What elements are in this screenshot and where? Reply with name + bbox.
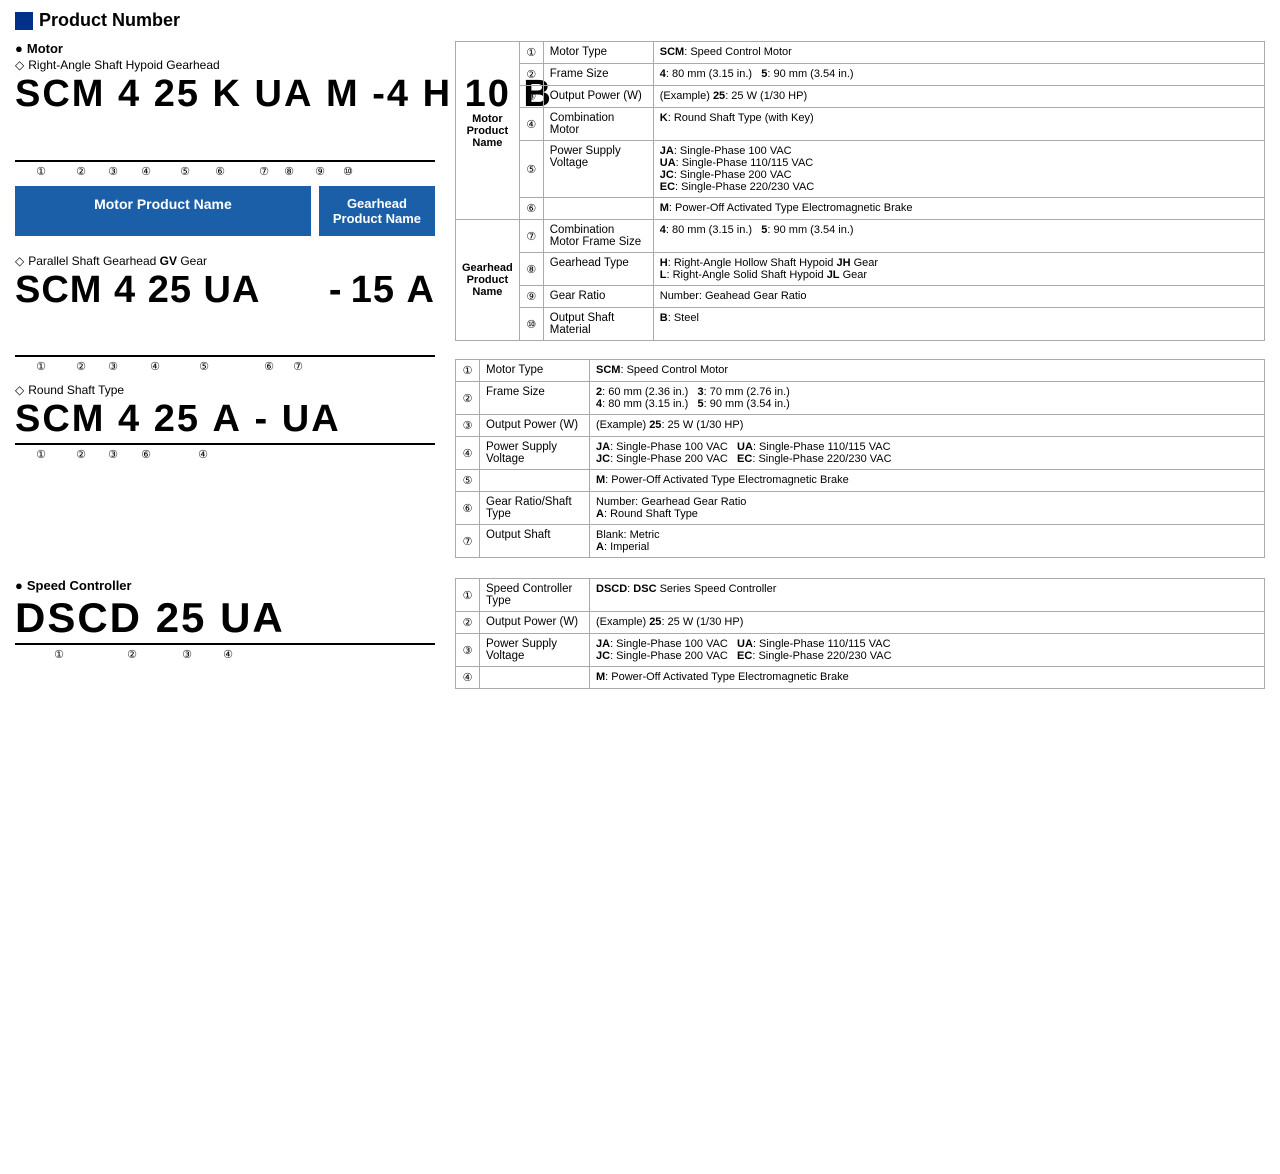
t2-num-6: ⑥ xyxy=(456,492,480,525)
sc-num-3: ③ xyxy=(456,634,480,667)
sc-num-4: ④ xyxy=(456,667,480,689)
parallel-shaft-label: Parallel Shaft Gearhead GV Gear xyxy=(15,254,435,268)
sc-num-1: ① xyxy=(456,579,480,612)
speed-controller-left: Speed Controller DSCD 25 UA ① ② ③ ④ xyxy=(15,578,435,689)
spec-table-1: MotorProductName ① Motor Type SCM: Speed… xyxy=(455,41,1265,341)
left-column: Motor Right-Angle Shaft Hypoid Gearhead … xyxy=(15,41,435,558)
blue-square-icon xyxy=(15,12,33,30)
parallel-shaft-code-block: SCM 4 25 UA - 15 A ① ② ③ ④ ⑤ ⑥ ⑦ xyxy=(15,270,435,374)
field-gearhead-type: Gearhead Type xyxy=(543,253,653,286)
num-8: ⑧ xyxy=(519,253,543,286)
speed-controller-section: Speed Controller DSCD 25 UA ① ② ③ ④ ① Sp… xyxy=(15,578,1265,689)
t2-value-brake: M: Power-Off Activated Type Electromagne… xyxy=(590,470,1265,492)
speed-ctrl-code-line: DSCD 25 UA xyxy=(15,595,435,645)
value-motor-type: SCM: Speed Control Motor xyxy=(653,42,1264,64)
sc-field-output-power: Output Power (W) xyxy=(480,612,590,634)
value-gear-ratio-1: Number: Geahead Gear Ratio xyxy=(653,286,1264,308)
t2-field-frame-size: Frame Size xyxy=(480,382,590,415)
field-motor-type: Motor Type xyxy=(543,42,653,64)
value-power-supply-1: JA: Single-Phase 100 VAC UA: Single-Phas… xyxy=(653,141,1264,198)
field-frame-size-1: Frame Size xyxy=(543,64,653,86)
t2-num-2: ② xyxy=(456,382,480,415)
right-angle-code-line: SCM 4 25 K UA M - 4 H 10 B xyxy=(15,74,435,162)
t2-value-gear-ratio-shaft: Number: Gearhead Gear Ratio A: Round Sha… xyxy=(590,492,1265,525)
num-2: ② xyxy=(519,64,543,86)
speed-ctrl-num-line: ① ② ③ ④ xyxy=(15,648,435,661)
value-output-shaft-material: B: Steel xyxy=(653,308,1264,341)
num-4: ④ xyxy=(519,108,543,141)
sc-value-brake: M: Power-Off Activated Type Electromagne… xyxy=(590,667,1265,689)
spec-table-2: ① Motor Type SCM: Speed Control Motor ② … xyxy=(455,359,1265,558)
gearhead-product-name-badge: GearheadProduct Name xyxy=(319,186,435,236)
motor-bullet: Motor xyxy=(15,41,435,56)
sc-num-2: ② xyxy=(456,612,480,634)
speed-controller-bullet: Speed Controller xyxy=(15,578,435,593)
t2-num-5: ⑤ xyxy=(456,470,480,492)
t2-field-output-power: Output Power (W) xyxy=(480,415,590,437)
field-output-shaft-material: Output Shaft Material xyxy=(543,308,653,341)
spec-table-speed-ctrl: ① Speed Controller Type DSCD: DSC Series… xyxy=(455,578,1265,689)
num-10: ⑩ xyxy=(519,308,543,341)
parallel-shaft-num-line: ① ② ③ ④ ⑤ ⑥ ⑦ xyxy=(15,360,435,373)
field-power-supply-1: Power Supply Voltage xyxy=(543,141,653,198)
right-angle-code-block: SCM 4 25 K UA M - 4 H 10 B ① ② ③ ④ ⑤ ⑥ xyxy=(15,74,435,178)
t2-value-output-power: (Example) 25: 25 W (1/30 HP) xyxy=(590,415,1265,437)
value-brake-1: M: Power-Off Activated Type Electromagne… xyxy=(653,198,1264,220)
t2-value-output-shaft: Blank: Metric A: Imperial xyxy=(590,525,1265,558)
value-output-power-1: (Example) 25: 25 W (1/30 HP) xyxy=(653,86,1264,108)
t2-num-7: ⑦ xyxy=(456,525,480,558)
num-6: ⑥ xyxy=(519,198,543,220)
right-column: MotorProductName ① Motor Type SCM: Speed… xyxy=(455,41,1265,558)
sc-field-brake xyxy=(480,667,590,689)
round-shaft-label: Round Shaft Type xyxy=(15,383,435,397)
field-combo-motor: Combination Motor xyxy=(543,108,653,141)
t2-value-frame-size: 2: 60 mm (2.36 in.) 3: 70 mm (2.76 in.) … xyxy=(590,382,1265,415)
speed-ctrl-code-block: DSCD 25 UA ① ② ③ ④ xyxy=(15,595,435,661)
t2-value-power-supply: JA: Single-Phase 100 VAC UA: Single-Phas… xyxy=(590,437,1265,470)
field-brake-1 xyxy=(543,198,653,220)
t2-value-motor-type: SCM: Speed Control Motor xyxy=(590,360,1265,382)
t2-num-3: ③ xyxy=(456,415,480,437)
t2-field-output-shaft: Output Shaft xyxy=(480,525,590,558)
sc-value-output-power: (Example) 25: 25 W (1/30 HP) xyxy=(590,612,1265,634)
speed-controller-right: ① Speed Controller Type DSCD: DSC Series… xyxy=(455,578,1265,689)
round-shaft-code-block: SCM 4 25 A - UA ① ② ③ ⑥ ④ xyxy=(15,399,435,461)
parallel-shaft-code-line: SCM 4 25 UA - 15 A xyxy=(15,270,435,358)
t2-field-motor-type: Motor Type xyxy=(480,360,590,382)
value-gearhead-type: H: Right-Angle Hollow Shaft Hypoid JH Ge… xyxy=(653,253,1264,286)
page-title: Product Number xyxy=(39,10,180,31)
name-badges: Motor Product Name GearheadProduct Name xyxy=(15,186,435,236)
num-1: ① xyxy=(519,42,543,64)
gearhead-product-name-group: GearheadProductName xyxy=(456,220,520,341)
field-output-power-1: Output Power (W) xyxy=(543,86,653,108)
t2-field-gear-ratio-shaft: Gear Ratio/Shaft Type xyxy=(480,492,590,525)
t2-field-brake xyxy=(480,470,590,492)
round-shaft-code-line: SCM 4 25 A - UA xyxy=(15,399,435,445)
field-gear-ratio-1: Gear Ratio xyxy=(543,286,653,308)
right-angle-label: Right-Angle Shaft Hypoid Gearhead xyxy=(15,58,435,72)
t2-num-4: ④ xyxy=(456,437,480,470)
section-header: Product Number xyxy=(15,10,1265,31)
value-combo-motor: K: Round Shaft Type (with Key) xyxy=(653,108,1264,141)
value-frame-size-1: 4: 80 mm (3.15 in.) 5: 90 mm (3.54 in.) xyxy=(653,64,1264,86)
sc-field-power-supply: Power Supply Voltage xyxy=(480,634,590,667)
sc-value-type: DSCD: DSC Series Speed Controller xyxy=(590,579,1265,612)
num-9: ⑨ xyxy=(519,286,543,308)
num-5: ⑤ xyxy=(519,141,543,198)
field-combo-frame: Combination Motor Frame Size xyxy=(543,220,653,253)
round-shaft-num-line: ① ② ③ ⑥ ④ xyxy=(15,448,435,461)
value-combo-frame: 4: 80 mm (3.15 in.) 5: 90 mm (3.54 in.) xyxy=(653,220,1264,253)
t2-num-1: ① xyxy=(456,360,480,382)
t2-field-power-supply: Power Supply Voltage xyxy=(480,437,590,470)
num-3: ③ xyxy=(519,86,543,108)
right-angle-num-line: ① ② ③ ④ ⑤ ⑥ ⑦ ⑧ ⑨ ⑩ xyxy=(15,165,435,178)
sc-field-type: Speed Controller Type xyxy=(480,579,590,612)
num-7: ⑦ xyxy=(519,220,543,253)
motor-product-name-group: MotorProductName xyxy=(456,42,520,220)
motor-product-name-badge: Motor Product Name xyxy=(15,186,311,236)
sc-value-power-supply: JA: Single-Phase 100 VAC UA: Single-Phas… xyxy=(590,634,1265,667)
